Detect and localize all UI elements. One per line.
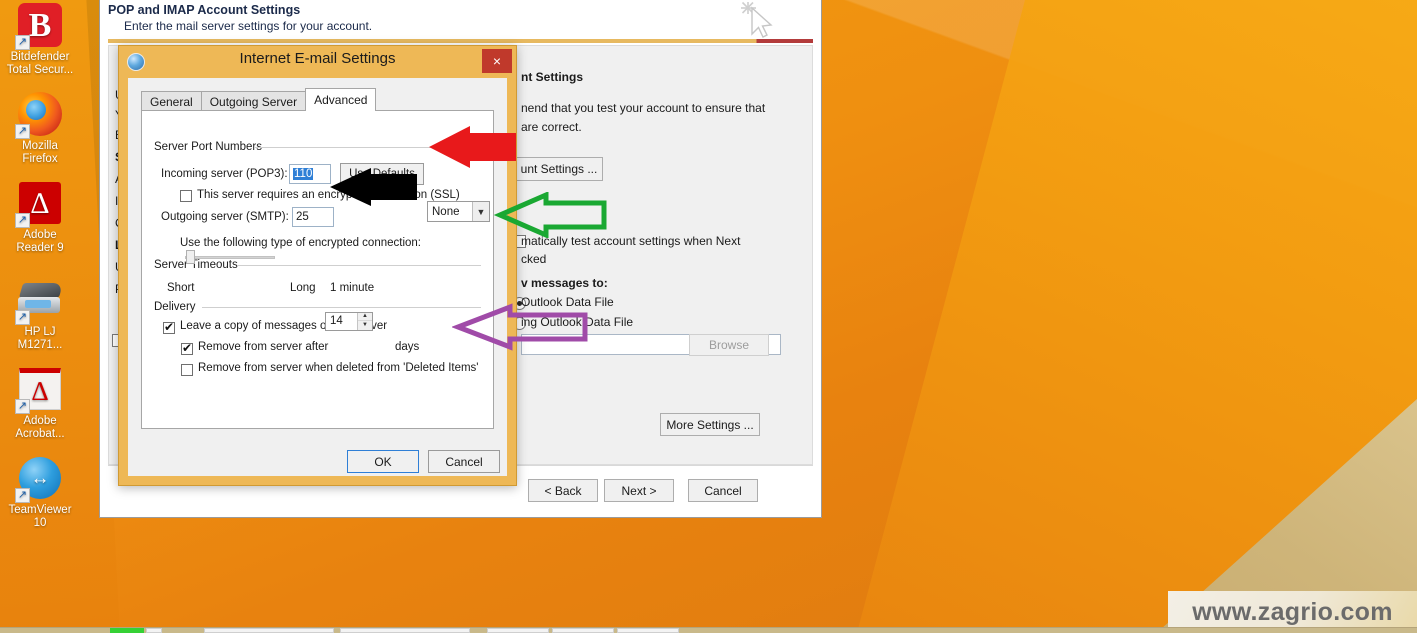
- server-port-numbers-legend: Server Port Numbers: [154, 141, 267, 153]
- desktop-icon-column: B ↗ Bitdefender Total Secur... ↗ Mozilla…: [0, 0, 80, 544]
- tab-advanced[interactable]: Advanced: [305, 88, 377, 111]
- desktop-icon-adobe-acrobat[interactable]: ∆ ↗ Adobe Acrobat...: [0, 366, 80, 441]
- remove-after-days-value: 14: [330, 315, 343, 327]
- desktop-icon-label: Bitdefender Total Secur...: [6, 51, 74, 76]
- red-arrow: [429, 126, 516, 168]
- ok-button[interactable]: OK: [347, 450, 419, 473]
- wizard-accent-bar: [108, 39, 813, 43]
- remove-when-deleted-checkbox[interactable]: [181, 364, 193, 376]
- desktop-icon-label: Mozilla Firefox: [22, 140, 58, 165]
- back-button[interactable]: < Back: [528, 479, 598, 502]
- shortcut-arrow-icon: ↗: [15, 399, 30, 414]
- adobe-acrobat-icon: ∆ ↗: [15, 366, 63, 414]
- purple-arrow: [452, 303, 588, 351]
- desktop-icon-label: Adobe Reader 9: [16, 229, 64, 254]
- wizard-title: POP and IMAP Account Settings: [108, 3, 301, 17]
- timeout-value-label: 1 minute: [330, 282, 375, 294]
- test-account-settings-text-2: are correct.: [521, 120, 582, 134]
- scanner-icon: ↗: [15, 277, 64, 325]
- shortcut-arrow-icon: ↗: [15, 310, 30, 325]
- desktop-icon-label: HP LJ M1271...: [17, 326, 63, 351]
- internet-email-settings-dialog: Internet E-mail Settings × General Outgo…: [118, 45, 517, 486]
- shortcut-arrow-icon: ↗: [15, 124, 30, 139]
- firefox-icon: ↗: [15, 91, 63, 139]
- stepper-down-icon[interactable]: ▼: [358, 321, 372, 329]
- desktop-icon-teamviewer[interactable]: ↔ ↗ TeamViewer 10: [0, 455, 80, 530]
- desktop-icon-firefox[interactable]: ↗ Mozilla Firefox: [0, 91, 80, 166]
- timeout-short-label: Short: [167, 282, 195, 294]
- slider-track: [185, 256, 275, 259]
- leave-copy-checkbox[interactable]: [163, 320, 175, 334]
- incoming-server-label: Incoming server (POP3):: [161, 168, 288, 180]
- encrypted-connection-type-select[interactable]: None ▼: [427, 201, 490, 222]
- dialog-title: Internet E-mail Settings: [239, 50, 396, 67]
- taskbar-item[interactable]: [204, 628, 334, 633]
- chevron-down-icon[interactable]: ▼: [472, 202, 489, 221]
- server-timeout-slider[interactable]: [185, 250, 275, 264]
- tab-outgoing-server[interactable]: Outgoing Server: [200, 91, 307, 111]
- test-account-settings-heading: nt Settings: [521, 70, 583, 84]
- dialog-titlebar[interactable]: Internet E-mail Settings ×: [119, 46, 516, 78]
- desktop-icon-label: TeamViewer 10: [8, 504, 72, 529]
- remove-after-checkbox[interactable]: [181, 341, 193, 355]
- delivery-legend: Delivery: [154, 301, 200, 313]
- test-account-settings-text-1: nend that you test your account to ensur…: [521, 101, 766, 115]
- desktop-icon-adobe-reader[interactable]: ∆ ↗ Adobe Reader 9: [0, 180, 80, 255]
- close-icon[interactable]: ×: [482, 49, 512, 73]
- desktop-icon-hp-scanner[interactable]: ↗ HP LJ M1271...: [0, 277, 80, 352]
- encrypted-connection-type-value: None: [432, 205, 460, 218]
- incoming-server-value: 110: [293, 168, 314, 180]
- sparkle-cursor-icon: [741, 1, 773, 38]
- wizard-cancel-button[interactable]: Cancel: [688, 479, 758, 502]
- next-button[interactable]: Next >: [604, 479, 674, 502]
- dialog-tabstrip: General Outgoing Server Advanced: [141, 88, 377, 111]
- ssl-required-checkbox[interactable]: [180, 190, 192, 202]
- remove-after-days-stepper[interactable]: 14 ▲ ▼: [325, 312, 373, 331]
- timeout-long-label: Long: [290, 282, 316, 294]
- taskbar-item[interactable]: [340, 628, 470, 633]
- delivery-rule: [202, 307, 481, 308]
- taskbar-item[interactable]: [617, 628, 679, 633]
- taskbar-item[interactable]: [487, 628, 549, 633]
- remove-when-deleted-label: Remove from server when deleted from 'De…: [198, 362, 479, 374]
- bitdefender-icon: B ↗: [15, 2, 63, 50]
- black-arrow: [330, 168, 417, 206]
- encrypted-connection-type-label: Use the following type of encrypted conn…: [180, 237, 422, 249]
- taskbar[interactable]: [0, 627, 1417, 633]
- browse-button[interactable]: Browse: [689, 334, 769, 356]
- adobe-reader-icon: ∆ ↗: [15, 180, 63, 228]
- deliver-messages-label: v messages to:: [521, 276, 608, 290]
- teamviewer-icon: ↔ ↗: [15, 455, 63, 503]
- desktop-icon-label: Adobe Acrobat...: [15, 415, 65, 440]
- outgoing-server-label: Outgoing server (SMTP):: [161, 211, 289, 223]
- watermark-text: www.zagrio.com: [1192, 597, 1393, 626]
- dialog-cancel-button[interactable]: Cancel: [428, 450, 500, 473]
- green-arrow: [494, 192, 607, 238]
- remove-after-label: Remove from server after: [198, 341, 329, 353]
- outgoing-server-input[interactable]: 25: [292, 207, 334, 227]
- stepper-buttons[interactable]: ▲ ▼: [357, 313, 372, 330]
- shortcut-arrow-icon: ↗: [15, 213, 30, 228]
- wizard-subtitle: Enter the mail server settings for your …: [124, 19, 373, 33]
- shortcut-arrow-icon: ↗: [15, 35, 30, 50]
- server-timeouts-rule: [237, 265, 481, 266]
- more-settings-button[interactable]: More Settings ...: [660, 413, 760, 436]
- days-label: days: [395, 341, 420, 353]
- tab-general[interactable]: General: [141, 91, 202, 111]
- desktop-icon-bitdefender[interactable]: B ↗ Bitdefender Total Secur...: [0, 2, 80, 77]
- wizard-header: POP and IMAP Account Settings Enter the …: [100, 0, 821, 41]
- taskbar-item[interactable]: [146, 628, 162, 633]
- test-account-settings-button[interactable]: unt Settings ...: [515, 157, 603, 181]
- auto-test-label-2: cked: [521, 252, 547, 266]
- taskbar-item-active[interactable]: [110, 628, 144, 633]
- taskbar-item[interactable]: [552, 628, 614, 633]
- slider-thumb[interactable]: [186, 250, 195, 264]
- shortcut-arrow-icon: ↗: [15, 488, 30, 503]
